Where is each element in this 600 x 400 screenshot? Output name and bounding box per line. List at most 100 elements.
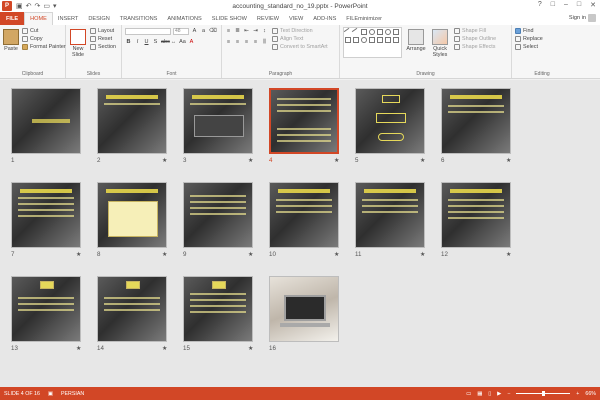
tab-insert[interactable]: INSERT — [53, 12, 83, 25]
minimize-button[interactable]: – — [564, 1, 568, 9]
slide-thumbnail-4[interactable] — [269, 88, 339, 154]
tab-view[interactable]: VIEW — [284, 12, 308, 25]
slide-thumbnail-9[interactable] — [183, 182, 253, 248]
shapes-gallery[interactable] — [343, 27, 402, 58]
rectangle-shape-icon[interactable] — [377, 29, 383, 35]
shrink-font-icon[interactable]: a — [200, 28, 207, 35]
tab-animations[interactable]: ANIMATIONS — [162, 12, 206, 25]
copy-button[interactable]: Copy — [22, 35, 66, 43]
zoom-slider[interactable] — [516, 391, 571, 396]
tab-home[interactable]: HOME — [24, 12, 53, 25]
slide-thumbnail-2[interactable] — [97, 88, 167, 154]
tab-transitions[interactable]: TRANSITIONS — [115, 12, 163, 25]
tab-design[interactable]: DESIGN — [83, 12, 114, 25]
zoom-in-icon[interactable]: + — [576, 391, 579, 397]
font-name-input[interactable] — [125, 27, 171, 35]
clear-formatting-icon[interactable]: ⌫ — [209, 28, 217, 35]
slide-show-view-icon[interactable]: ▶ — [497, 391, 501, 397]
slide-indicator[interactable]: SLIDE 4 OF 16 — [4, 391, 40, 397]
slide-thumbnail-14[interactable] — [97, 276, 167, 342]
maximize-button[interactable]: □ — [577, 1, 581, 9]
decrease-indent-icon[interactable]: ⇤ — [243, 28, 250, 35]
line-shape-icon[interactable] — [351, 27, 361, 37]
new-slide-button[interactable]: New Slide — [69, 27, 87, 58]
arrange-button[interactable]: Arrange — [406, 27, 426, 58]
sign-in-link[interactable]: Sign in — [569, 15, 586, 21]
quick-styles-button[interactable]: Quick Styles — [430, 27, 450, 58]
bold-icon[interactable]: B — [125, 39, 132, 46]
reset-button[interactable]: Reset — [90, 35, 116, 43]
format-painter-button[interactable]: Format Painter — [22, 43, 66, 51]
slide-thumbnail-1[interactable] — [11, 88, 81, 154]
customize-qat-icon[interactable]: ▾ — [53, 2, 57, 10]
align-text-button[interactable]: Align Text — [272, 35, 328, 43]
slide-thumbnail-15[interactable] — [183, 276, 253, 342]
slide-thumbnail-6[interactable] — [441, 88, 511, 154]
numbering-icon[interactable]: ≣ — [234, 28, 241, 35]
slide-thumbnail-7[interactable] — [11, 182, 81, 248]
slide-sorter-view-icon[interactable]: ▦ — [477, 391, 482, 397]
language-indicator[interactable]: PERSIAN — [61, 391, 84, 397]
rectangle-shape-icon[interactable] — [361, 29, 367, 35]
zoom-level[interactable]: 66% — [585, 391, 596, 397]
zoom-slider-handle[interactable] — [542, 391, 546, 396]
paste-button[interactable]: Paste — [3, 27, 19, 52]
text-direction-button[interactable]: Text Direction — [272, 27, 328, 35]
select-button[interactable]: Select — [515, 43, 569, 51]
slide-thumbnail-3[interactable] — [183, 88, 253, 154]
slide-thumbnail-16[interactable] — [269, 276, 339, 342]
zoom-out-icon[interactable]: − — [507, 391, 510, 397]
tab-slide-show[interactable]: SLIDE SHOW — [207, 12, 252, 25]
align-right-icon[interactable]: ≡ — [243, 39, 250, 46]
undo-icon[interactable]: ↶ — [26, 2, 32, 10]
ribbon-display-options-button[interactable]: □ — [551, 1, 555, 9]
shape-outline-button[interactable]: Shape Outline — [454, 35, 496, 43]
start-from-beginning-icon[interactable]: ▭ — [43, 2, 50, 10]
convert-smartart-button[interactable]: Convert to SmartArt — [272, 43, 328, 51]
rectangle-shape-icon[interactable] — [369, 37, 375, 43]
font-color-icon[interactable]: A — [188, 39, 195, 46]
cut-button[interactable]: Cut — [22, 27, 66, 35]
reading-view-icon[interactable]: ▯ — [488, 391, 491, 397]
shadow-icon[interactable]: S — [152, 39, 159, 46]
columns-icon[interactable]: ⫼ — [261, 39, 268, 46]
normal-view-icon[interactable]: ▭ — [466, 391, 471, 397]
tab-add-ins[interactable]: ADD-INS — [308, 12, 341, 25]
brace-shape-icon[interactable] — [385, 37, 391, 43]
tab-file[interactable]: FILE — [0, 12, 25, 25]
font-size-input[interactable]: 48 — [173, 27, 189, 35]
brace-shape-icon[interactable] — [377, 37, 383, 43]
star-shape-icon[interactable] — [393, 37, 399, 43]
replace-button[interactable]: Replace — [515, 35, 569, 43]
character-spacing-icon[interactable]: ↔ — [170, 39, 177, 46]
slide-thumbnail-10[interactable] — [269, 182, 339, 248]
align-left-icon[interactable]: ≡ — [225, 39, 232, 46]
italic-icon[interactable]: I — [134, 39, 141, 46]
section-button[interactable]: Section — [90, 43, 116, 51]
find-button[interactable]: Find — [515, 27, 569, 35]
save-icon[interactable]: ▣ — [16, 2, 23, 10]
line-shape-icon[interactable] — [343, 27, 353, 37]
underline-icon[interactable]: U — [143, 39, 150, 46]
slide-thumbnail-8[interactable] — [97, 182, 167, 248]
oval-shape-icon[interactable] — [361, 37, 367, 43]
avatar[interactable] — [588, 14, 596, 22]
arrow-shape-icon[interactable] — [345, 37, 351, 43]
oval-shape-icon[interactable] — [385, 29, 391, 35]
slide-thumbnail-13[interactable] — [11, 276, 81, 342]
grow-font-icon[interactable]: A — [191, 28, 198, 35]
close-button[interactable]: ✕ — [590, 1, 596, 9]
tab-fileminimizer[interactable]: FILEminimizer — [341, 12, 387, 25]
justify-icon[interactable]: ≡ — [252, 39, 259, 46]
strikethrough-icon[interactable]: abc — [161, 39, 170, 46]
increase-indent-icon[interactable]: ⇥ — [252, 28, 259, 35]
bullets-icon[interactable]: ≡ — [225, 28, 232, 35]
help-button[interactable]: ? — [538, 1, 542, 9]
layout-button[interactable]: Layout — [90, 27, 116, 35]
change-case-icon[interactable]: Aa — [179, 39, 186, 46]
line-spacing-icon[interactable]: ↕ — [261, 28, 268, 35]
spellcheck-icon[interactable]: ▣ — [48, 391, 53, 397]
align-center-icon[interactable]: ≡ — [234, 39, 241, 46]
arrow-shape-icon[interactable] — [353, 37, 359, 43]
slide-thumbnail-12[interactable] — [441, 182, 511, 248]
